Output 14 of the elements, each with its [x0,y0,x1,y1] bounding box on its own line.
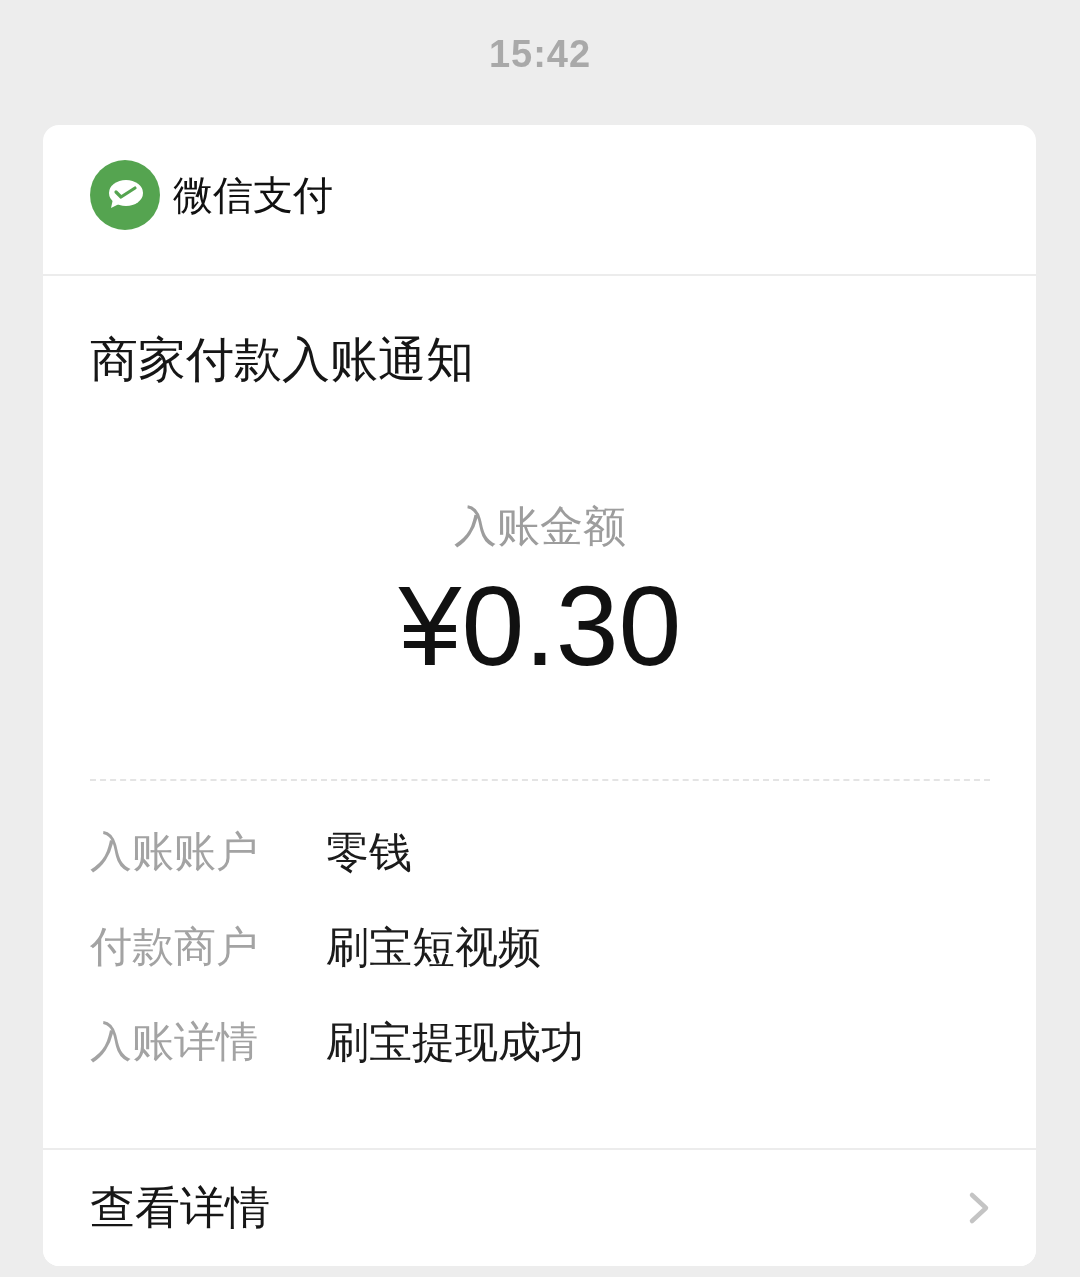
notification-title: 商家付款入账通知 [90,332,475,388]
chevron-right-icon [968,1191,990,1226]
detail-label: 入账账户 [90,827,259,878]
amount-value: ¥0.30 [398,570,682,684]
detail-label: 付款商户 [90,922,259,973]
message-time: 15:42 [488,32,592,78]
detail-value: 刷宝提现成功 [326,1016,584,1068]
brand-name: 微信支付 [173,172,333,219]
detail-value: 刷宝短视频 [326,921,541,973]
chat-bubble-check-icon [90,160,160,230]
detail-value: 零钱 [326,826,412,878]
view-details-button[interactable]: 查看详情 [43,1148,1036,1267]
detail-label: 入账详情 [90,1017,259,1068]
amount-label: 入账金额 [454,500,626,552]
